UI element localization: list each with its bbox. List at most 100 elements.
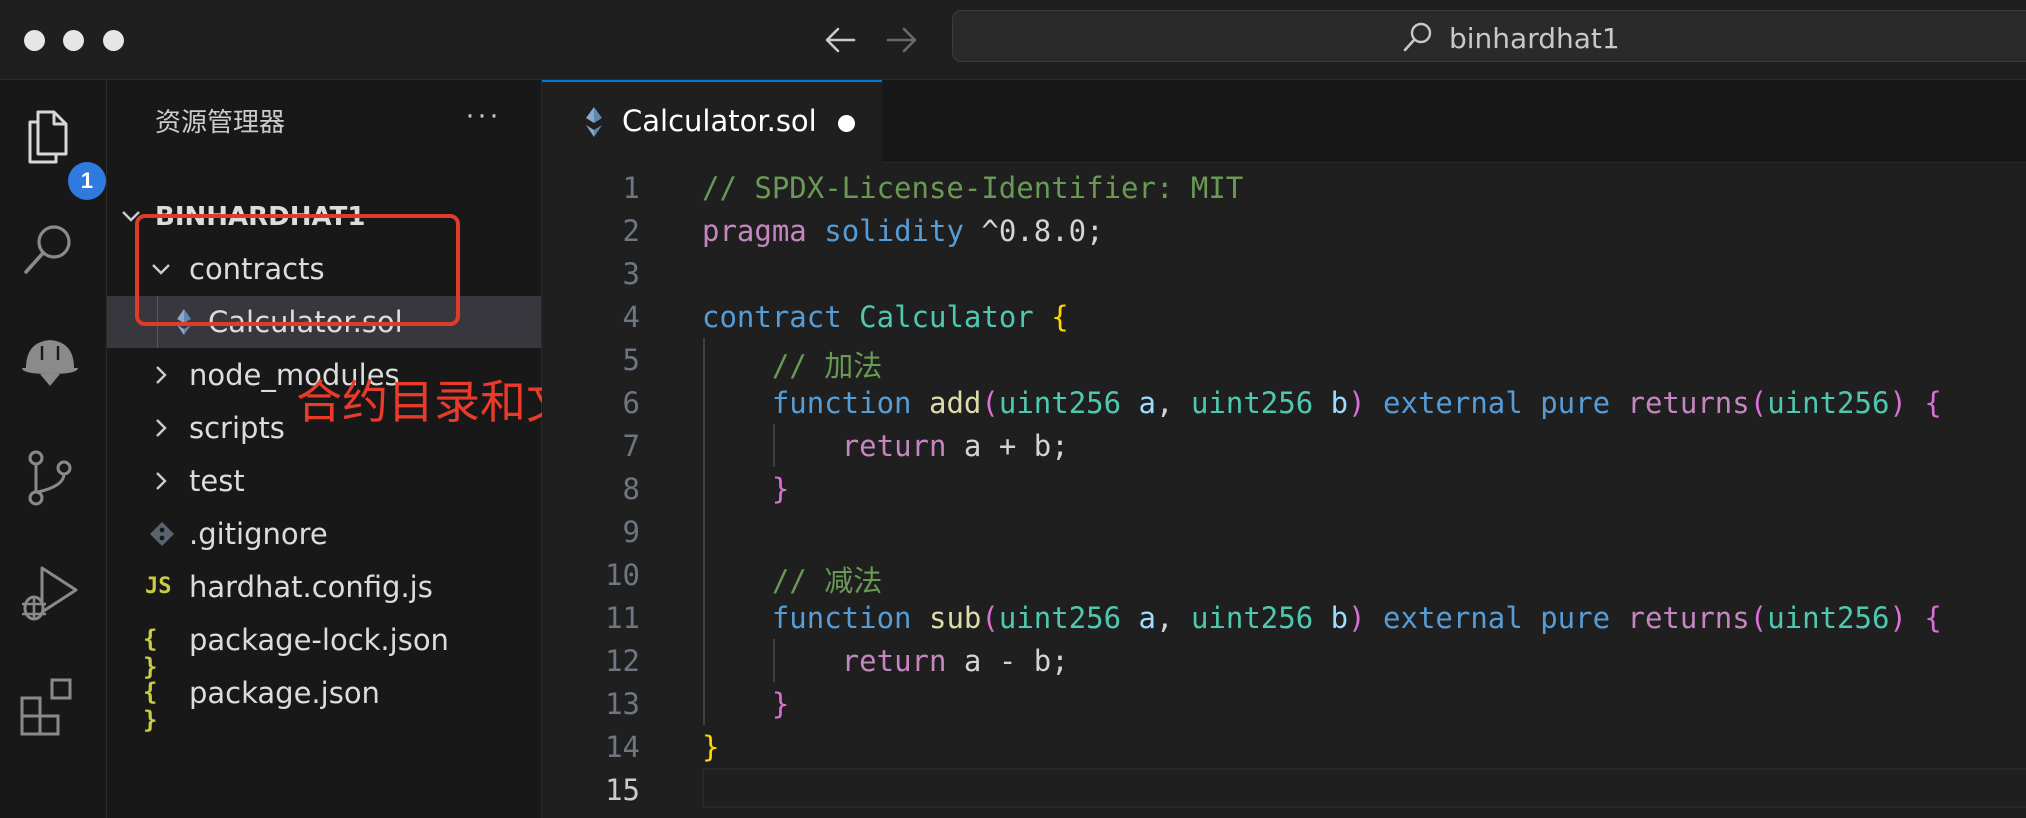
indent-guide [157,296,158,348]
code-token: returns [1627,601,1750,635]
more-actions-button[interactable]: ··· [465,98,501,132]
command-center-search[interactable]: binhardhat1 [952,10,2026,62]
tree-item-calculator-sol[interactable]: Calculator.sol [107,296,541,348]
tree-item-package-lock[interactable]: { } package-lock.json [107,614,541,681]
code-token: // 加法 [771,349,883,383]
code-line[interactable]: 1 // SPDX-License-Identifier: MIT [542,166,2026,209]
line-content: // SPDX-License-Identifier: MIT [702,171,1243,205]
current-line-highlight [702,768,2026,808]
extensions-icon[interactable] [18,674,82,738]
code-token: uint256 [1190,386,1314,420]
line-content: // 减法 [702,558,882,600]
chevron-down-icon [152,264,170,275]
line-number: 4 [622,300,640,334]
code-line[interactable]: 5 // 加法 [542,338,2026,383]
code-token: } [771,687,790,721]
code-line[interactable]: 6 function add(uint256 a, uint256 b) ext… [542,381,2026,424]
tab-calculator-sol[interactable]: Calculator.sol [542,80,882,163]
code-token: uint256 [1767,601,1890,635]
code-token: uint256 [1190,601,1314,635]
indent-guide [703,510,705,553]
close-window-button[interactable] [24,30,45,51]
code-editor[interactable]: 1 // SPDX-License-Identifier: MIT 2 pragma … [542,162,2026,818]
code-token: ( [981,601,999,635]
code-token: ( [1749,386,1768,420]
minimize-window-button[interactable] [63,30,84,51]
editor-area: Calculator.sol 1 // SPDX-License-Identifi… [542,80,2026,818]
tree-item-label: test [189,464,245,498]
code-line[interactable]: 8 } [542,467,2026,510]
code-token: ( [981,386,999,420]
code-line[interactable]: 4 contract Calculator { [542,295,2026,338]
code-line[interactable]: 12 return a - b; [542,639,2026,682]
explorer-badge: 1 [68,162,106,200]
code-line[interactable]: 7 return a + b; [542,424,2026,467]
code-token: function [771,386,912,420]
tree-item-test[interactable]: test [107,455,541,507]
code-token: uint256 [1767,386,1890,420]
code-line[interactable]: 10 // 减法 [542,553,2026,598]
line-content: } [702,730,719,764]
code-token: pure [1540,601,1611,635]
json-icon: { } [143,678,158,734]
explorer-title: 资源管理器 [155,108,286,138]
search-icon[interactable] [18,218,82,282]
code-line[interactable]: 3 [542,252,2026,295]
workspace-root-label: BINHARDHAT1 [155,202,366,232]
code-line[interactable]: 9 [542,510,2026,553]
source-control-icon[interactable] [18,446,82,510]
code-token: ) [1889,386,1907,420]
code-token: uint256 [998,601,1122,635]
solidity-icon [586,107,602,137]
maximize-window-button[interactable] [103,30,124,51]
line-content: function sub(uint256 a, uint256 b) exter… [702,601,1942,635]
code-token: a + b; [946,429,1069,463]
line-content: function add(uint256 a, uint256 b) exter… [702,386,1942,420]
tree-item-hardhat-config[interactable]: JS hardhat.config.js [107,561,541,613]
tree-item-gitignore[interactable]: .gitignore [107,508,541,560]
forward-arrow-icon[interactable] [882,22,922,58]
code-token: external [1383,601,1523,635]
line-number: 2 [622,214,640,248]
workspace-root[interactable]: BINHARDHAT1 [107,190,541,242]
line-content: return a - b; [702,644,1069,678]
code-token: a [1138,386,1157,420]
tree-item-contracts[interactable]: contracts [107,243,541,295]
run-debug-icon[interactable] [18,560,82,624]
hardhat-icon[interactable] [18,328,82,392]
tree-item-package-json[interactable]: { } package.json [107,667,541,734]
code-line[interactable]: 13 } [542,682,2026,725]
unsaved-dot-icon[interactable] [838,115,855,132]
code-token: ) [1889,601,1907,635]
code-line[interactable]: 11 function sub(uint256 a, uint256 b) ex… [542,596,2026,639]
code-token: Calculator [859,300,1034,334]
line-number: 1 [622,171,640,205]
code-token: uint256 [998,386,1122,420]
code-line[interactable]: 15 [542,768,2026,811]
json-icon: { } [143,625,158,681]
js-icon: JS [145,574,172,599]
code-token: solidity [824,214,964,248]
code-token: } [771,472,790,506]
code-line[interactable]: 2 pragma solidity ^0.8.0; [542,209,2026,252]
back-arrow-icon[interactable] [820,22,860,58]
tree-item-label: Calculator.sol [208,305,403,339]
files-icon[interactable]: 1 [18,104,106,200]
code-line[interactable]: 14} [542,725,2026,768]
tree-item-label: hardhat.config.js [189,570,433,604]
git-icon [150,522,174,546]
search-icon [1403,22,1432,52]
